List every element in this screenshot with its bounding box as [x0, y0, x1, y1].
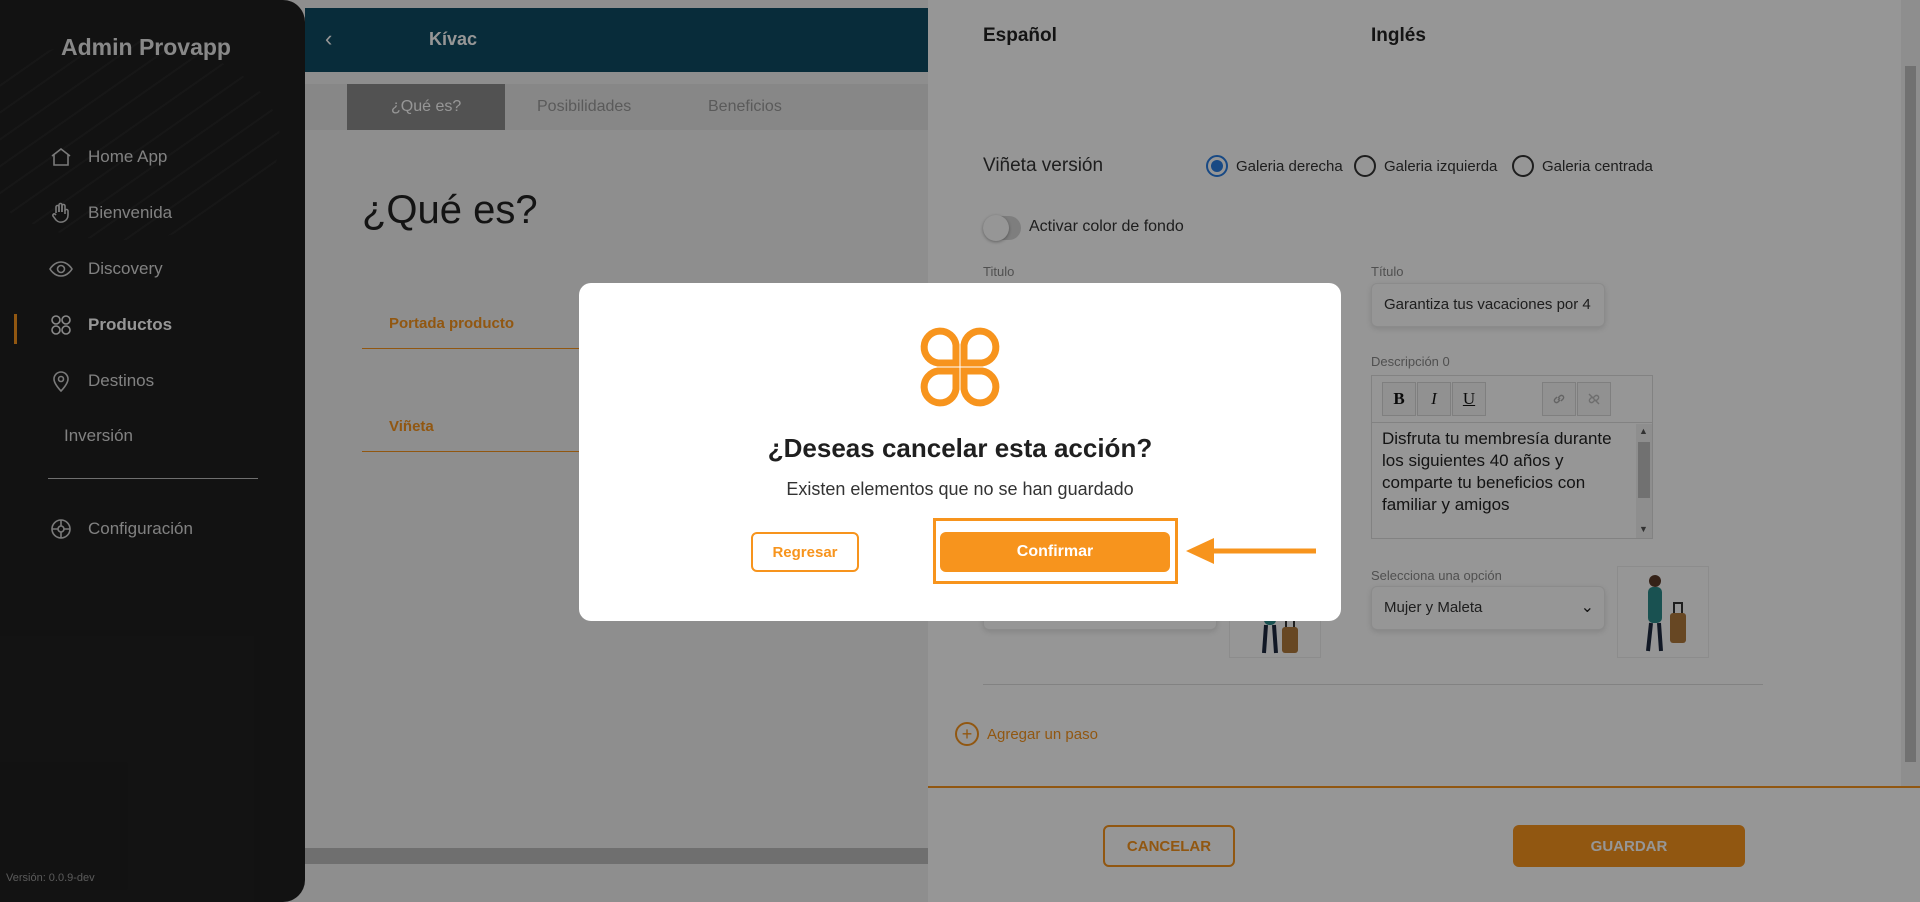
annotation-arrow-icon	[1186, 538, 1316, 564]
confirm-cancel-dialog: ¿Deseas cancelar esta acción? Existen el…	[579, 283, 1341, 621]
clover-logo-icon	[918, 325, 1002, 409]
confirm-button[interactable]: Confirmar	[940, 532, 1170, 572]
back-button[interactable]: Regresar	[751, 532, 859, 572]
dialog-title: ¿Deseas cancelar esta acción?	[767, 433, 1153, 463]
dialog-message: Existen elementos que no se han guardado	[786, 479, 1134, 499]
